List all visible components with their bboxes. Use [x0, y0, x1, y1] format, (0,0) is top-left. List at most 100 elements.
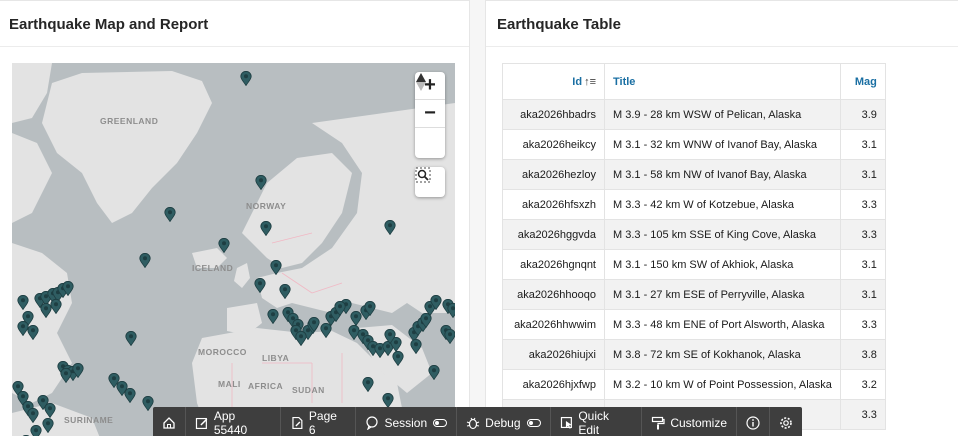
label-sudan: SUDAN — [292, 385, 325, 395]
table-row[interactable]: aka2026hezloy M 3.1 - 58 km NW of Ivanof … — [502, 159, 886, 190]
table-row[interactable]: aka2026hfsxzh M 3.3 - 42 km W of Kotzebue… — [502, 189, 886, 220]
zoom-select-icon — [415, 167, 431, 183]
cell-id: aka2026hjxfwp — [502, 369, 605, 400]
developer-toolbar: App 55440 Page 6 Session Debug Quick Edi… — [153, 407, 802, 436]
settings-button[interactable] — [770, 407, 802, 436]
earthquake-marker[interactable] — [164, 207, 176, 222]
customize-button[interactable]: Customize — [642, 407, 737, 436]
earthquake-marker[interactable] — [255, 175, 267, 190]
label-suriname: SURINAME — [64, 415, 114, 425]
session-icon — [366, 416, 379, 430]
column-header-title[interactable]: Title — [604, 63, 841, 100]
earthquake-marker[interactable] — [72, 363, 84, 378]
earthquake-marker[interactable] — [44, 403, 56, 418]
debug-button[interactable]: Debug — [457, 407, 551, 436]
label-mali: MALI — [218, 379, 241, 389]
earthquake-marker[interactable] — [40, 303, 52, 318]
earthquake-marker[interactable] — [384, 329, 396, 344]
earthquake-marker[interactable] — [384, 220, 396, 235]
earthquake-marker[interactable] — [240, 71, 252, 86]
earthquake-marker[interactable] — [27, 325, 39, 340]
reset-bearing-button[interactable] — [415, 73, 445, 156]
cell-mag: 3.3 — [839, 399, 886, 430]
label-greenland: GREENLAND — [100, 116, 159, 126]
cell-title: M 3.3 - 105 km SSE of King Cove, Alaska — [604, 219, 841, 250]
earthquake-marker[interactable] — [447, 303, 455, 318]
earthquake-marker[interactable] — [267, 309, 279, 324]
earthquake-marker[interactable] — [60, 368, 72, 383]
cell-title: M 3.3 - 48 km ENE of Port Alsworth, Alas… — [604, 309, 841, 340]
label-africa: AFRICA — [248, 381, 284, 391]
earthquake-marker[interactable] — [308, 317, 320, 332]
label-morocco: MOROCCO — [198, 347, 247, 357]
column-header-id[interactable]: Id ↑≡ — [502, 63, 605, 100]
earthquake-marker[interactable] — [334, 301, 346, 316]
debug-toggle-icon — [526, 419, 541, 427]
earthquake-marker[interactable] — [430, 295, 442, 310]
earthquake-marker[interactable] — [139, 253, 151, 268]
earthquake-table: Id ↑≡ Title Mag aka2026hbadrs M 3.9 - 28 k… — [502, 63, 886, 430]
earthquake-marker[interactable] — [410, 339, 422, 354]
zoom-select-button[interactable] — [415, 167, 445, 197]
quick-edit-label: Quick Edit — [578, 409, 610, 436]
earthquake-marker[interactable] — [295, 331, 307, 346]
cell-mag: 3.8 — [839, 339, 886, 370]
earthquake-marker[interactable] — [364, 301, 376, 316]
info-button[interactable] — [737, 407, 770, 436]
earthquake-marker[interactable] — [42, 418, 54, 433]
earthquake-marker[interactable] — [124, 388, 136, 403]
cell-title: M 3.2 - 10 km W of Point Possession, Ala… — [604, 369, 841, 400]
earthquake-marker[interactable] — [17, 295, 29, 310]
cell-mag: 3.1 — [839, 159, 886, 190]
table-row[interactable]: aka2026hjxfwp M 3.2 - 10 km W of Point Po… — [502, 369, 886, 400]
label-libya: LIBYA — [262, 353, 290, 363]
earthquake-marker[interactable] — [362, 377, 374, 392]
table-row[interactable]: aka2026hgnqnt M 3.1 - 150 km SW of Akhiok… — [502, 249, 886, 280]
cell-title: M 3.1 - 58 km NW of Ivanof Bay, Alaska — [604, 159, 841, 190]
earthquake-map[interactable]: GREENLAND NORWAY ICELAND MOROCCO LIBYA M… — [12, 63, 455, 436]
table-row[interactable]: aka2026hbadrs M 3.9 - 28 km WSW of Pelica… — [502, 99, 886, 130]
cell-id: aka2026hhwwim — [502, 309, 605, 340]
app-label: App 55440 — [213, 409, 248, 436]
page-edit-icon — [292, 416, 303, 430]
earthquake-marker[interactable] — [382, 393, 394, 408]
label-norway: NORWAY — [246, 201, 287, 211]
cell-title: M 3.8 - 72 km SE of Kokhanok, Alaska — [604, 339, 841, 370]
table-row[interactable]: aka2026heikcy M 3.1 - 32 km WNW of Ivanof… — [502, 129, 886, 160]
earthquake-marker[interactable] — [218, 238, 230, 253]
cell-title: M 3.1 - 27 km ESE of Perryville, Alaska — [604, 279, 841, 310]
table-row[interactable]: aka2026hggvda M 3.3 - 105 km SSE of King … — [502, 219, 886, 250]
edit-icon — [195, 417, 208, 430]
earthquake-marker[interactable] — [320, 323, 332, 338]
column-header-mag[interactable]: Mag — [839, 63, 886, 100]
table-row[interactable]: aka2026hiujxi M 3.8 - 72 km SE of Kokhano… — [502, 339, 886, 370]
page-button[interactable]: Page 6 — [281, 407, 357, 436]
earthquake-marker[interactable] — [27, 408, 39, 423]
map-region-title: Earthquake Map and Report — [0, 1, 469, 47]
table-row[interactable]: aka2026hhwwim M 3.3 - 48 km ENE of Port A… — [502, 309, 886, 340]
table-region: Earthquake Table Id ↑≡ Title Mag aka2026h… — [485, 0, 958, 436]
session-label: Session — [384, 416, 428, 430]
earthquake-marker[interactable] — [62, 281, 74, 296]
compass-icon — [416, 73, 426, 91]
earthquake-marker[interactable] — [260, 221, 272, 236]
home-button[interactable] — [153, 407, 186, 436]
cell-id: aka2026heikcy — [502, 129, 605, 160]
quick-edit-button[interactable]: Quick Edit — [551, 407, 643, 436]
earthquake-marker[interactable] — [279, 284, 291, 299]
cell-mag: 3.1 — [839, 129, 886, 160]
table-row[interactable]: aka2026hhooqo M 3.1 - 27 km ESE of Perryv… — [502, 279, 886, 310]
earthquake-marker[interactable] — [444, 329, 455, 344]
app-button[interactable]: App 55440 — [186, 407, 282, 436]
session-toggle-icon — [433, 419, 448, 427]
earthquake-marker[interactable] — [254, 278, 266, 293]
bug-icon — [466, 417, 480, 430]
session-button[interactable]: Session — [356, 407, 458, 436]
earthquake-marker[interactable] — [270, 260, 282, 275]
earthquake-marker[interactable] — [125, 331, 137, 346]
earthquake-marker[interactable] — [392, 351, 404, 366]
zoom-out-button[interactable]: − — [415, 100, 445, 128]
earthquake-marker[interactable] — [428, 365, 440, 380]
cell-id: aka2026hbadrs — [502, 99, 605, 130]
cell-id: aka2026hfsxzh — [502, 189, 605, 220]
